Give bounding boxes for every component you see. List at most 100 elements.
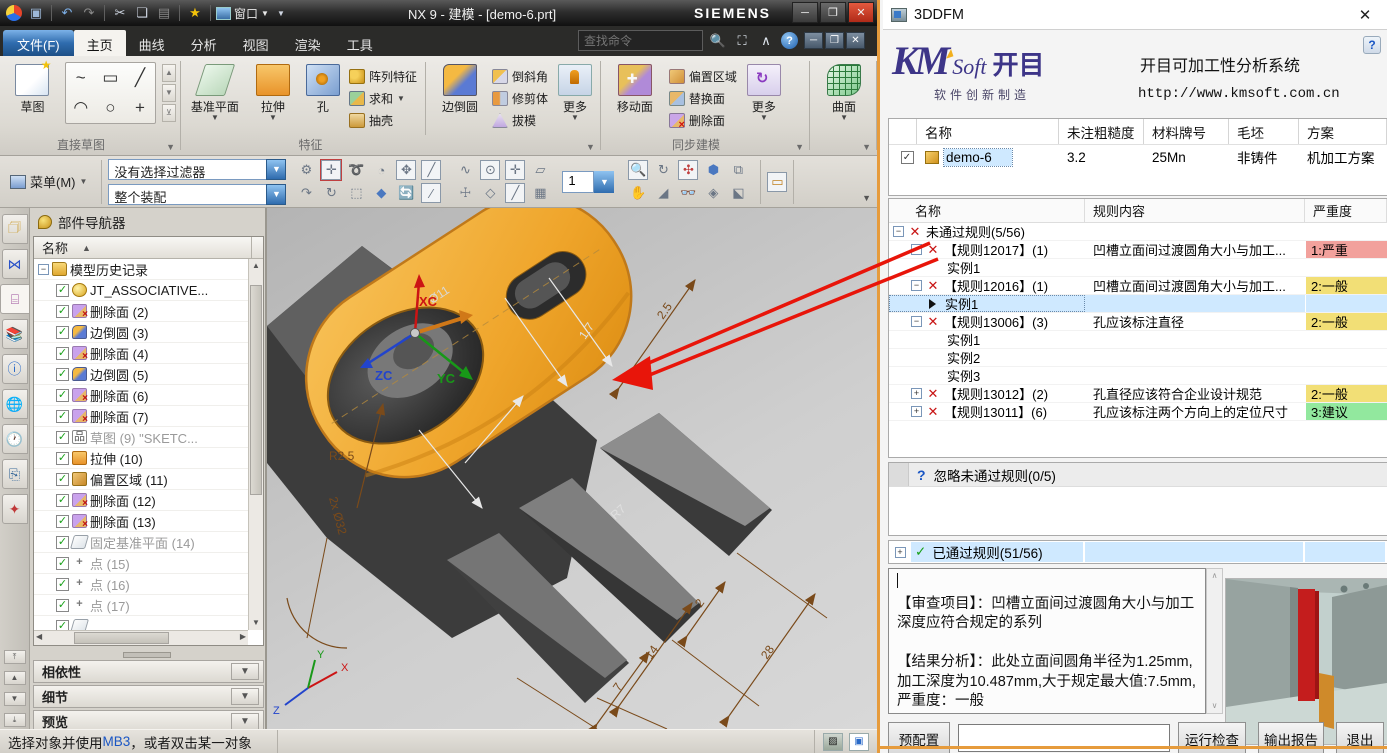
resource-scroll-up-icon[interactable]: ▲ <box>4 671 26 685</box>
dfm-help-icon[interactable]: ? <box>1363 36 1381 54</box>
profile-curve-icon[interactable]: ~ <box>76 68 86 88</box>
resource-scroll-down-icon[interactable]: ▼ <box>4 692 26 706</box>
measure-icon[interactable]: ▭ <box>767 172 787 192</box>
checkbox-checked-icon[interactable]: ✓ <box>56 431 69 444</box>
analysis-scrollbar[interactable]: ∧ ∨ <box>1206 568 1223 714</box>
arc-tool-icon[interactable]: ◠ <box>73 98 88 118</box>
dropdown-arrow-icon[interactable]: ▼ <box>266 159 286 180</box>
collapse-icon[interactable]: − <box>911 244 922 255</box>
part-row[interactable]: ✓ demo-6 3.2 25Mn 非铸件 机加工方案 <box>889 145 1387 169</box>
scroll-down-icon[interactable]: ▼ <box>249 616 263 630</box>
instance-row[interactable]: 实例1 <box>889 259 1387 277</box>
line-tool-icon[interactable]: ╱ <box>135 68 145 88</box>
checkbox-checked-icon[interactable]: ✓ <box>901 151 914 164</box>
tab-analysis[interactable]: 分析 <box>178 30 230 56</box>
sketch-button[interactable]: 草图 <box>6 62 59 135</box>
toolbar-more-arrow[interactable]: ▼ <box>862 193 871 203</box>
resource-scroll-bottom-icon[interactable]: ⤓ <box>4 713 26 727</box>
instance-row-selected[interactable]: 实例1 <box>889 295 1387 313</box>
passed-rules-bar[interactable]: + ✓ 已通过规则(51/56) <box>888 540 1387 564</box>
instance-row[interactable]: 实例2 <box>889 349 1387 367</box>
ignored-rules-row[interactable]: ? 忽略未通过规则(0/5) <box>889 463 1387 487</box>
collapse-icon[interactable]: − <box>911 280 922 291</box>
ribbon-more-arrow[interactable]: ▼ <box>862 142 871 152</box>
details-panel[interactable]: 细节 ▼ <box>33 685 264 708</box>
gear-pair-icon[interactable]: ⚙ <box>296 160 316 180</box>
extrude-button[interactable]: 拉伸 ▼ <box>249 62 297 135</box>
surface-button[interactable]: 曲面 ▼ <box>816 62 872 135</box>
rule-row[interactable]: −✕【规则13006】(3) 孔应该标注直径 2:一般 <box>889 313 1387 331</box>
reuse-library-icon[interactable]: 📚 <box>2 319 28 349</box>
scrollbar-thumb[interactable] <box>250 285 262 495</box>
snapshot-icon[interactable]: ▨ <box>823 733 843 751</box>
zoom-window-icon[interactable]: 🔍 <box>628 160 648 180</box>
point-tool-icon[interactable]: + <box>135 98 145 118</box>
undo-icon[interactable]: ↶ <box>57 3 77 23</box>
selection-filter-combo[interactable]: 没有选择过滤器 ▼ <box>108 159 286 180</box>
internet-icon[interactable]: ⓘ <box>2 354 28 384</box>
part-name[interactable]: demo-6 <box>944 149 1012 166</box>
rectangle-tool-icon[interactable]: ▭ <box>102 68 118 88</box>
tree-item[interactable]: ✓ 删除面 (12) <box>34 490 248 511</box>
more-feature-button[interactable]: 更多 ▼ <box>554 62 596 135</box>
rotate-point-icon[interactable]: ↻ <box>321 183 341 203</box>
tree-item[interactable]: ✓ 固定基准平面 (14) <box>34 532 248 553</box>
help-icon[interactable]: ? <box>781 32 798 49</box>
constraint-navigator-icon[interactable]: ⋈ <box>2 249 28 279</box>
cut-icon[interactable]: ✂ <box>110 3 130 23</box>
instance-row[interactable]: 实例3 <box>889 367 1387 385</box>
group-dialog-arrow[interactable]: ▼ <box>586 142 595 152</box>
rule-row[interactable]: +✕【规则13012】(2) 孔直径应该符合企业设计规范 2:一般 <box>889 385 1387 403</box>
dependencies-panel[interactable]: 相依性 ▼ <box>33 660 264 683</box>
layer-spinner[interactable]: 1 ▼ <box>562 171 614 193</box>
shell-button[interactable]: 抽壳 <box>349 110 417 131</box>
fit-view-icon[interactable]: ✣ <box>678 160 698 180</box>
tree-item-partial[interactable]: ✓ <box>34 616 248 630</box>
history-icon[interactable]: 🕐 <box>2 424 28 454</box>
snap-intersection-icon[interactable]: ☩ <box>455 183 475 203</box>
tree-item[interactable]: ✓ 边倒圆 (5) <box>34 364 248 385</box>
chevron-down-icon[interactable]: ▼ <box>231 688 259 705</box>
pattern-feature-button[interactable]: 阵列特征 <box>349 66 417 87</box>
offset-region-button[interactable]: 偏置区域 <box>669 66 737 87</box>
tree-item[interactable]: ✓ 偏置区域 (11) <box>34 469 248 490</box>
doc-restore-icon[interactable]: ❐ <box>825 32 844 49</box>
snap-point-icon[interactable]: ✛ <box>321 160 341 180</box>
tab-tools[interactable]: 工具 <box>334 30 386 56</box>
tree-item[interactable]: ✓ 删除面 (6) <box>34 385 248 406</box>
marquee-select-icon[interactable]: ⬚ <box>346 183 366 203</box>
close-button[interactable]: ✕ <box>848 2 874 23</box>
tree-item[interactable]: ✓ 删除面 (2) <box>34 301 248 322</box>
tab-view[interactable]: 视图 <box>230 30 282 56</box>
move-handle-icon[interactable]: ✥ <box>396 160 416 180</box>
part-navigator-icon[interactable]: ⌸ <box>0 284 29 314</box>
checkbox-checked-icon[interactable]: ✓ <box>56 578 69 591</box>
collapse-icon[interactable]: − <box>38 264 49 275</box>
checkbox-checked-icon[interactable]: ✓ <box>56 326 69 339</box>
shaded-mode-icon[interactable]: 👓 <box>678 183 698 203</box>
replace-face-button[interactable]: 替换面 <box>669 88 737 109</box>
restore-button[interactable]: ❐ <box>820 2 846 23</box>
pan-icon[interactable]: ✋ <box>628 183 648 203</box>
scroll-up-icon[interactable]: ▲ <box>249 259 263 273</box>
selection-scope-combo[interactable]: 整个装配 ▼ <box>108 184 286 205</box>
trim-body-button[interactable]: 修剪体 <box>492 88 548 109</box>
minimize-ribbon-icon[interactable]: ∧ <box>757 33 775 49</box>
palette-expand-icon[interactable]: ⊻ <box>162 104 176 122</box>
instance-row[interactable]: 实例1 <box>889 331 1387 349</box>
dfm-titlebar[interactable]: 3DDFM ✕ <box>883 0 1387 30</box>
tree-item[interactable]: ✓ 品 草图 (9) "SKETC... <box>34 427 248 448</box>
perspective-icon[interactable]: ⧉ <box>728 160 748 180</box>
checkbox-checked-icon[interactable]: ✓ <box>56 389 69 402</box>
tree-item[interactable]: ✓ 删除面 (7) <box>34 406 248 427</box>
expand-icon[interactable]: + <box>911 388 922 399</box>
checkbox-checked-icon[interactable]: ✓ <box>56 452 69 465</box>
tree-item[interactable]: ✓ 删除面 (13) <box>34 511 248 532</box>
undo-selection-icon[interactable]: ↷ <box>296 183 316 203</box>
fullscreen-icon[interactable]: ⛶ <box>733 33 751 49</box>
move-face-button[interactable]: 移动面 <box>607 62 663 135</box>
view-orient-icon[interactable]: ◈ <box>703 183 723 203</box>
checkbox-checked-icon[interactable]: ✓ <box>56 410 69 423</box>
expand-icon[interactable]: + <box>895 547 906 558</box>
horizontal-scrollbar[interactable]: ◀ ▶ <box>34 630 248 645</box>
